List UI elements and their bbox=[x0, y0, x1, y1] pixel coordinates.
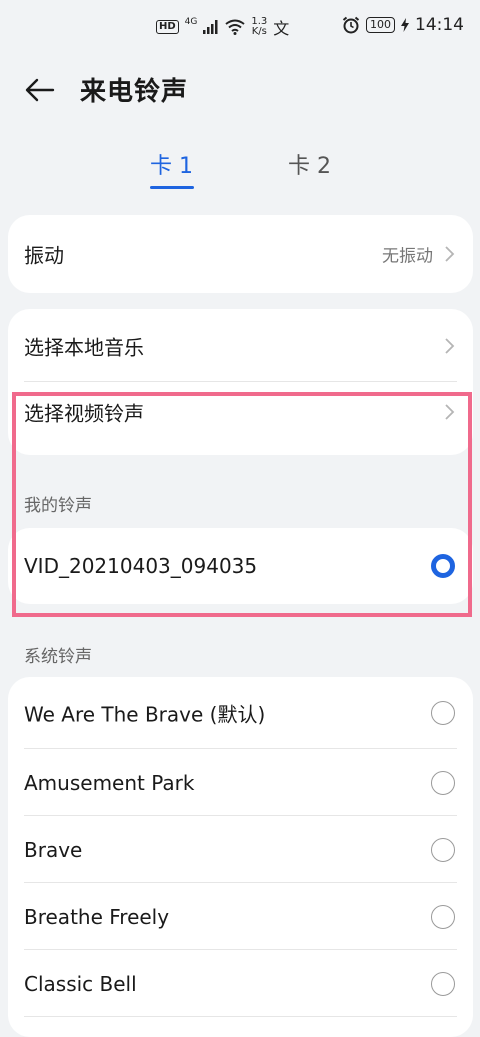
chevron-right-icon bbox=[445, 337, 455, 354]
wifi-icon bbox=[225, 19, 245, 35]
status-right: 100 14:14 bbox=[342, 15, 464, 35]
list-item-system-ringtone[interactable]: Breathe Freely bbox=[8, 883, 473, 950]
my-ringtones-card: VID_20210403_094035 bbox=[8, 528, 473, 604]
signal-icon bbox=[203, 20, 218, 34]
clock: 14:14 bbox=[415, 15, 464, 35]
list-item-system-ringtone[interactable]: We Are The Brave (默认) bbox=[8, 677, 473, 749]
list-item-my-ringtone[interactable]: VID_20210403_094035 bbox=[8, 528, 473, 604]
vibration-value: 无振动 bbox=[382, 246, 433, 267]
local-music-label: 选择本地音乐 bbox=[24, 335, 144, 359]
back-arrow-icon bbox=[25, 78, 55, 102]
vibration-card: 振动 无振动 bbox=[8, 215, 473, 293]
notification-icon: 文 bbox=[273, 19, 290, 38]
list-item-system-ringtone[interactable]: Amusement Park bbox=[8, 749, 473, 816]
hd-voice-badge: HD bbox=[156, 20, 179, 34]
network-type: 4G bbox=[184, 17, 198, 27]
my-ringtones-heading: 我的铃声 bbox=[24, 496, 92, 516]
app-header: 来电铃声 bbox=[0, 64, 480, 114]
ringtone-name: Classic Bell bbox=[24, 971, 137, 996]
ringtone-source-card: 选择本地音乐 选择视频铃声 bbox=[8, 309, 473, 455]
network-speed: 1.3 K/s bbox=[251, 17, 267, 37]
local-music-row[interactable]: 选择本地音乐 bbox=[8, 309, 473, 382]
system-ringtones-heading: 系统铃声 bbox=[24, 647, 92, 667]
ringtone-name: We Are The Brave (默认) bbox=[24, 702, 266, 727]
page-title: 来电铃声 bbox=[80, 77, 189, 107]
ringtone-name: Brave bbox=[24, 837, 83, 862]
ringtone-name: Breathe Freely bbox=[24, 904, 170, 929]
ringtone-name: Amusement Park bbox=[24, 770, 195, 795]
radio-unselected[interactable] bbox=[431, 971, 455, 996]
status-bar: HD 4G 1.3 K/s 文 100 14:14 bbox=[0, 0, 480, 54]
radio-unselected[interactable] bbox=[431, 701, 455, 725]
tab-sim1[interactable]: 卡 1 bbox=[150, 148, 193, 180]
radio-unselected[interactable] bbox=[431, 904, 455, 929]
vibration-label: 振动 bbox=[24, 243, 64, 268]
radio-unselected[interactable] bbox=[431, 770, 455, 795]
chevron-right-icon bbox=[445, 404, 455, 420]
speed-unit: K/s bbox=[251, 26, 267, 37]
back-button[interactable] bbox=[20, 70, 60, 110]
radio-selected[interactable] bbox=[431, 554, 455, 578]
battery-indicator: 100 bbox=[366, 17, 395, 33]
tab-indicator bbox=[150, 186, 194, 189]
divider bbox=[24, 1016, 457, 1017]
tab-sim2[interactable]: 卡 2 bbox=[288, 148, 331, 180]
ringtone-name: VID_20210403_094035 bbox=[24, 554, 258, 578]
vibration-row[interactable]: 振动 无振动 bbox=[8, 215, 473, 293]
video-ringtone-row[interactable]: 选择视频铃声 bbox=[8, 382, 473, 455]
status-left: HD 4G 1.3 K/s 文 bbox=[156, 15, 289, 39]
video-ringtone-label: 选择视频铃声 bbox=[24, 401, 144, 426]
list-item-system-ringtone[interactable]: Classic Bell bbox=[8, 950, 473, 1017]
list-item-system-ringtone[interactable]: Brave bbox=[8, 816, 473, 883]
charging-icon bbox=[401, 18, 409, 32]
alarm-icon bbox=[342, 16, 360, 34]
chevron-right-icon bbox=[445, 246, 455, 262]
sim-tabs: 卡 1 卡 2 bbox=[0, 148, 480, 192]
radio-unselected[interactable] bbox=[431, 837, 455, 862]
system-ringtones-card: We Are The Brave (默认) Amusement Park Bra… bbox=[8, 677, 473, 1037]
